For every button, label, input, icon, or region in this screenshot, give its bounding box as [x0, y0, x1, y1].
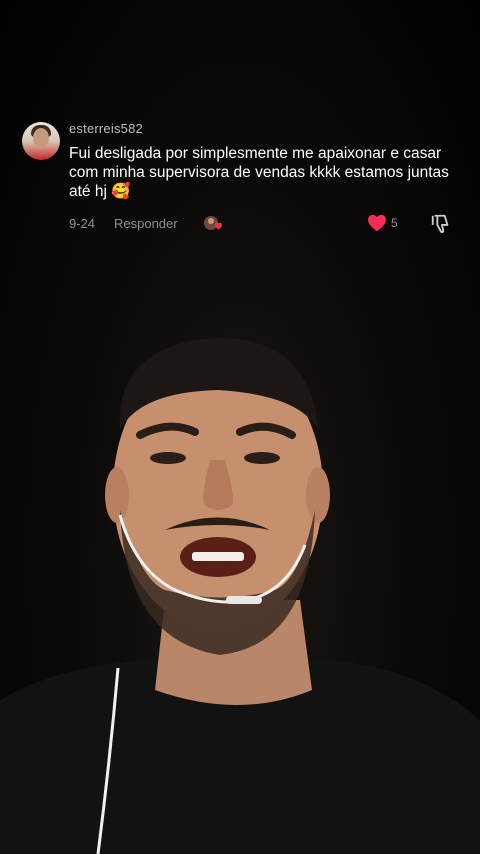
comment-emoji: 🥰 — [111, 183, 131, 200]
like-count: 5 — [391, 216, 398, 230]
thumbs-down-icon — [431, 214, 449, 234]
comment-text: Fui desligada por simplesmente me apaixo… — [69, 144, 449, 201]
avatar-face — [33, 128, 49, 148]
heart-icon — [368, 214, 386, 232]
commenter-avatar[interactable] — [22, 122, 60, 160]
dislike-button[interactable] — [430, 213, 452, 235]
creator-liked-avatar-icon — [202, 214, 224, 234]
comment-username[interactable]: esterreis582 — [69, 121, 143, 136]
comment-date: 9-24 — [69, 216, 96, 231]
like-button[interactable]: 5 — [367, 214, 407, 234]
comment-meta-row: 9-24 Responder 5 — [69, 214, 459, 236]
comment-card: esterreis582 Fui desligada por simplesme… — [22, 118, 458, 238]
reply-button[interactable]: Responder — [114, 216, 178, 231]
